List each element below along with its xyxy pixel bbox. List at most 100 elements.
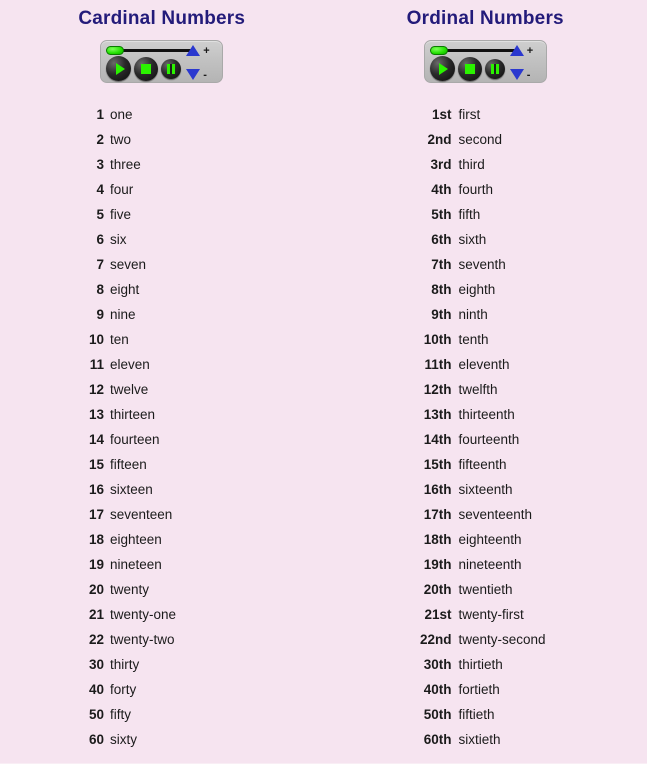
slider-thumb-handle[interactable]: [429, 46, 448, 55]
list-item: 3rd third: [324, 152, 647, 177]
progress-slider-ordinal[interactable]: [429, 46, 515, 55]
number-value: 7th: [431, 257, 452, 272]
list-item: 9 nine: [0, 302, 324, 327]
list-item: 12 twelve: [0, 377, 324, 402]
number-value: 10: [88, 332, 104, 347]
number-word: tenth: [458, 332, 489, 347]
plus-label: +: [203, 44, 210, 57]
number-word: sixth: [458, 232, 487, 247]
list-item: 4 four: [0, 177, 324, 202]
list-item: 15th fifteenth: [324, 452, 647, 477]
stop-icon: [141, 63, 152, 74]
list-item: 18 eighteen: [0, 527, 324, 552]
number-value: 5: [96, 207, 104, 222]
number-word: fourteen: [110, 432, 160, 447]
number-word: thirteenth: [458, 407, 515, 422]
slider-thumb-handle[interactable]: [106, 46, 125, 55]
triangle-down-icon: [509, 69, 524, 80]
number-word: thirty: [110, 657, 140, 672]
number-value: 3: [96, 157, 104, 172]
volume-down-button[interactable]: -: [186, 69, 207, 80]
number-word: fifteenth: [458, 457, 507, 472]
transport-buttons-ordinal: [429, 56, 505, 81]
number-value: 22nd: [419, 632, 452, 647]
number-value: 2nd: [427, 132, 452, 147]
minus-label: -: [526, 68, 531, 81]
progress-slider-cardinal[interactable]: [106, 46, 192, 55]
number-word: twenty-one: [110, 607, 177, 622]
volume-up-button[interactable]: +: [509, 45, 533, 56]
number-value: 16: [88, 482, 104, 497]
number-value: 13th: [423, 407, 452, 422]
number-value: 14th: [423, 432, 452, 447]
list-item: 40th fortieth: [324, 677, 647, 702]
stop-button[interactable]: [134, 56, 159, 81]
number-word: sixty: [110, 732, 137, 747]
pause-button[interactable]: [484, 58, 505, 79]
number-word: twenty-two: [110, 632, 175, 647]
number-value: 17: [88, 507, 104, 522]
list-item: 11th eleventh: [324, 352, 647, 377]
column-ordinal: Ordinal Numbers + - 1st first 2nd second…: [324, 0, 647, 752]
number-value: 21st: [424, 607, 452, 622]
number-word: first: [458, 107, 481, 122]
audio-player-cardinal[interactable]: + -: [100, 40, 224, 83]
number-value: 13: [88, 407, 104, 422]
number-word: seventeenth: [458, 507, 533, 522]
list-item: 6th sixth: [324, 227, 647, 252]
number-word: nineteenth: [458, 557, 522, 572]
number-value: 11: [89, 357, 104, 372]
number-value: 18: [88, 532, 104, 547]
stop-button[interactable]: [457, 56, 482, 81]
list-item: 11 eleven: [0, 352, 324, 377]
slider-track-icon: [119, 49, 192, 52]
number-value: 14: [88, 432, 104, 447]
number-value: 4th: [431, 182, 452, 197]
list-item: 3 three: [0, 152, 324, 177]
pause-icon: [490, 63, 499, 74]
number-value: 40: [88, 682, 104, 697]
number-word: twelfth: [458, 382, 498, 397]
number-value: 8th: [431, 282, 452, 297]
number-value: 11th: [424, 357, 452, 372]
list-item: 22nd twenty-second: [324, 627, 647, 652]
volume-up-button[interactable]: +: [186, 44, 210, 57]
number-word: one: [110, 107, 133, 122]
number-word: twelve: [110, 382, 149, 397]
list-item: 14th fourteenth: [324, 427, 647, 452]
page-title-cardinal: Cardinal Numbers: [78, 8, 246, 29]
number-value: 50th: [423, 707, 452, 722]
number-value: 3rd: [430, 157, 452, 172]
list-item: 20th twentieth: [324, 577, 647, 602]
number-word: thirtieth: [458, 657, 503, 672]
list-item: 1st first: [324, 102, 647, 127]
number-value: 6: [96, 232, 104, 247]
list-item: 16 sixteen: [0, 477, 324, 502]
audio-player-ordinal[interactable]: + -: [423, 40, 547, 83]
number-word: fourth: [458, 182, 494, 197]
number-word: five: [110, 207, 132, 222]
number-word: twenty-second: [458, 632, 546, 647]
list-item: 2nd second: [324, 127, 647, 152]
number-value: 2: [96, 132, 104, 147]
number-value: 9: [96, 307, 104, 322]
number-word: thirteen: [110, 407, 156, 422]
number-word: three: [110, 157, 141, 172]
number-value: 22: [88, 632, 104, 647]
number-value: 18th: [423, 532, 452, 547]
play-button[interactable]: [429, 56, 455, 81]
number-word: fiftieth: [458, 707, 495, 722]
number-word: twenty-first: [458, 607, 524, 622]
column-cardinal: Cardinal Numbers + - 1 one 2 two 3 three…: [0, 0, 324, 752]
volume-down-button[interactable]: -: [509, 68, 531, 81]
list-item: 14 fourteen: [0, 427, 324, 452]
number-value: 19th: [423, 557, 452, 572]
pause-button[interactable]: [161, 58, 182, 79]
number-value: 1st: [431, 107, 452, 122]
list-item: 20 twenty: [0, 577, 324, 602]
play-button[interactable]: [106, 56, 132, 81]
number-value: 15: [88, 457, 104, 472]
number-word: eighteen: [110, 532, 162, 547]
number-value: 7: [96, 257, 104, 272]
number-value: 17th: [423, 507, 452, 522]
